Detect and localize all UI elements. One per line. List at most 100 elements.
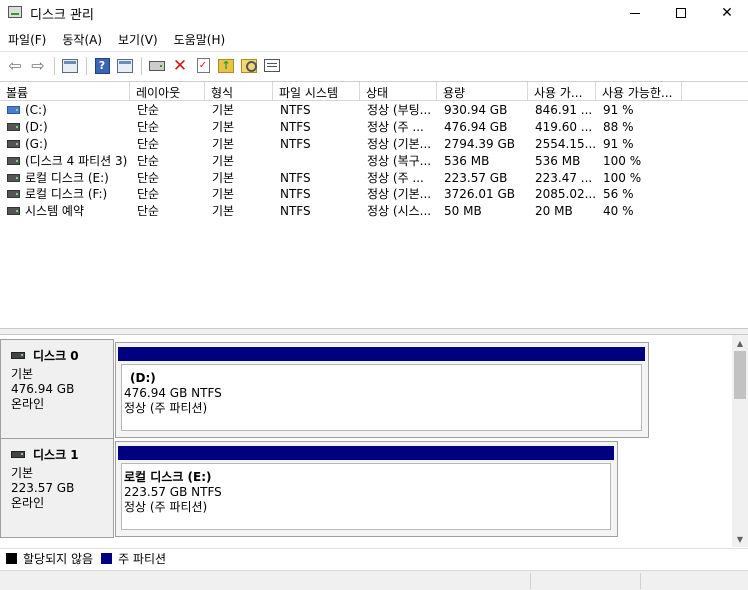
filesystem-cell: NTFS [280, 187, 311, 202]
disk-name-row: 디스크 0 [11, 347, 113, 364]
volume-list: 볼륨 레이아웃 형식 파일 시스템 상태 용량 사용 가... 사용 가능한..… [0, 81, 748, 328]
status-cell: 정상 (주 ... [367, 120, 424, 135]
window-title: 디스크 관리 [30, 8, 94, 23]
partition-body: 로컬 디스크 (E:) 223.57 GB NTFS 정상 (주 파티션) [121, 463, 611, 530]
detail-view-button[interactable] [114, 55, 136, 77]
back-button[interactable]: ⇦ [4, 55, 26, 77]
type-cell: 기본 [212, 153, 235, 168]
column-header-volume[interactable]: 볼륨 [0, 82, 130, 101]
list-view-button[interactable] [59, 55, 81, 77]
percent-free-cell: 100 % [603, 153, 642, 168]
menu-help[interactable]: 도움말(H) [166, 28, 234, 50]
column-header-free-space[interactable]: 사용 가... [528, 82, 596, 101]
minimize-button[interactable] [612, 0, 658, 26]
capacity-cell: 930.94 GB [444, 103, 508, 118]
table-row[interactable]: 로컬 디스크 (F:) 단순 기본 NTFS 정상 (기본... 3726.01… [0, 186, 748, 203]
table-row[interactable]: (디스크 4 파티션 3) 단순 기본 정상 (복구... 536 MB 536… [0, 152, 748, 169]
filesystem-cell: NTFS [280, 120, 311, 135]
maximize-icon [676, 8, 686, 18]
folder-up-icon: ↑ [218, 58, 234, 73]
volume-list-header: 볼륨 레이아웃 형식 파일 시스템 상태 용량 사용 가... 사용 가능한..… [0, 82, 748, 101]
column-header-layout[interactable]: 레이아웃 [130, 82, 205, 101]
volume-cell: 로컬 디스크 (E:) [0, 170, 130, 186]
type-cell: 기본 [212, 170, 235, 185]
volume-rows: (C:) 단순 기본 NTFS 정상 (부팅... 930.94 GB 846.… [0, 102, 748, 220]
filesystem-cell: NTFS [280, 204, 311, 219]
column-header-filesystem[interactable]: 파일 시스템 [273, 82, 360, 101]
percent-free-cell: 88 % [603, 120, 634, 135]
scrollbar-thumb[interactable] [734, 351, 746, 399]
partition-size-fs: 223.57 GB NTFS [124, 485, 222, 499]
volume-icon [7, 207, 20, 216]
table-row[interactable]: (D:) 단순 기본 NTFS 정상 (주 ... 476.94 GB 419.… [0, 119, 748, 136]
pane-splitter[interactable] [0, 328, 748, 335]
disk-view-scrollbar[interactable]: ▲ ▼ [732, 335, 748, 547]
free-space-cell: 20 MB [535, 204, 573, 219]
partition-title: (D:) [130, 371, 156, 385]
delete-button[interactable]: ✕ [169, 55, 191, 77]
column-header-capacity[interactable]: 용량 [437, 82, 528, 101]
disk-1-label[interactable]: 디스크 1 기본 223.57 GB 온라인 [0, 438, 114, 538]
volume-icon [7, 139, 20, 148]
volume-name: (G:) [25, 136, 48, 151]
legend-unallocated: 할당되지 않음 [23, 552, 94, 566]
layout-cell: 단순 [137, 170, 160, 185]
disk-state: 온라인 [11, 397, 45, 411]
column-header-type[interactable]: 형식 [205, 82, 273, 101]
capacity-cell: 3726.01 GB [444, 187, 515, 202]
status-segment-divider [640, 573, 641, 589]
check-button[interactable]: ✓ [192, 55, 214, 77]
forward-icon: ⇨ [31, 56, 45, 75]
partition-d[interactable]: (D:) 476.94 GB NTFS 정상 (주 파티션) [115, 342, 649, 438]
help-button[interactable]: ? [91, 55, 113, 77]
partition-e[interactable]: 로컬 디스크 (E:) 223.57 GB NTFS 정상 (주 파티션) [115, 441, 618, 537]
layout-cell: 단순 [137, 103, 160, 118]
layout-cell: 단순 [137, 204, 160, 219]
connect-disk-button[interactable] [146, 55, 168, 77]
disk-icon [11, 451, 25, 458]
search-button[interactable] [238, 55, 260, 77]
disk-type: 기본 [11, 367, 34, 381]
disk-management-icon [8, 6, 22, 18]
close-button[interactable]: ✕ [704, 0, 748, 26]
disk-name-row: 디스크 1 [11, 446, 113, 463]
properties-button[interactable] [261, 55, 283, 77]
close-icon: ✕ [721, 5, 733, 21]
free-space-cell: 2085.02... [535, 187, 596, 202]
table-row[interactable]: 시스템 예약 단순 기본 NTFS 정상 (시스... 50 MB 20 MB … [0, 203, 748, 220]
disk-icon [11, 352, 25, 359]
maximize-button[interactable] [658, 0, 704, 26]
partition-status: 정상 (주 파티션) [124, 401, 208, 415]
folder-up-button[interactable]: ↑ [215, 55, 237, 77]
menu-action[interactable]: 동작(A) [54, 28, 110, 50]
type-cell: 기본 [212, 136, 235, 151]
scroll-up-arrow-icon[interactable]: ▲ [732, 335, 748, 351]
disk-view: 디스크 0 기본 476.94 GB 온라인 (D:) 476.94 GB NT… [0, 335, 732, 547]
status-cell: 정상 (기본... [367, 136, 432, 151]
capacity-cell: 50 MB [444, 204, 482, 219]
column-header-percent-free[interactable]: 사용 가능한... [596, 82, 682, 101]
layout-cell: 단순 [137, 187, 160, 202]
volume-icon [7, 106, 20, 115]
toolbar-separator [86, 56, 87, 75]
layout-cell: 단순 [137, 153, 160, 168]
forward-button[interactable]: ⇨ [27, 55, 49, 77]
free-space-cell: 846.91 ... [535, 103, 593, 118]
free-space-cell: 536 MB [535, 153, 581, 168]
table-row[interactable]: (G:) 단순 기본 NTFS 정상 (기본... 2794.39 GB 255… [0, 136, 748, 153]
table-row[interactable]: (C:) 단순 기본 NTFS 정상 (부팅... 930.94 GB 846.… [0, 102, 748, 119]
volume-icon [7, 173, 20, 182]
scroll-down-arrow-icon[interactable]: ▼ [732, 531, 748, 547]
menu-file[interactable]: 파일(F) [0, 28, 54, 50]
layout-cell: 단순 [137, 120, 160, 135]
status-cell: 정상 (기본... [367, 187, 432, 202]
menu-view[interactable]: 보기(V) [110, 28, 166, 50]
volume-cell: (C:) [0, 102, 130, 119]
help-icon: ? [94, 57, 110, 74]
volume-icon [7, 190, 20, 199]
column-header-status[interactable]: 상태 [360, 82, 437, 101]
table-row[interactable]: 로컬 디스크 (E:) 단순 기본 NTFS 정상 (주 ... 223.57 … [0, 169, 748, 186]
partition-title: 로컬 디스크 (E:) [124, 470, 212, 484]
partition-status: 정상 (주 파티션) [124, 500, 208, 514]
disk-0-label[interactable]: 디스크 0 기본 476.94 GB 온라인 [0, 339, 114, 439]
